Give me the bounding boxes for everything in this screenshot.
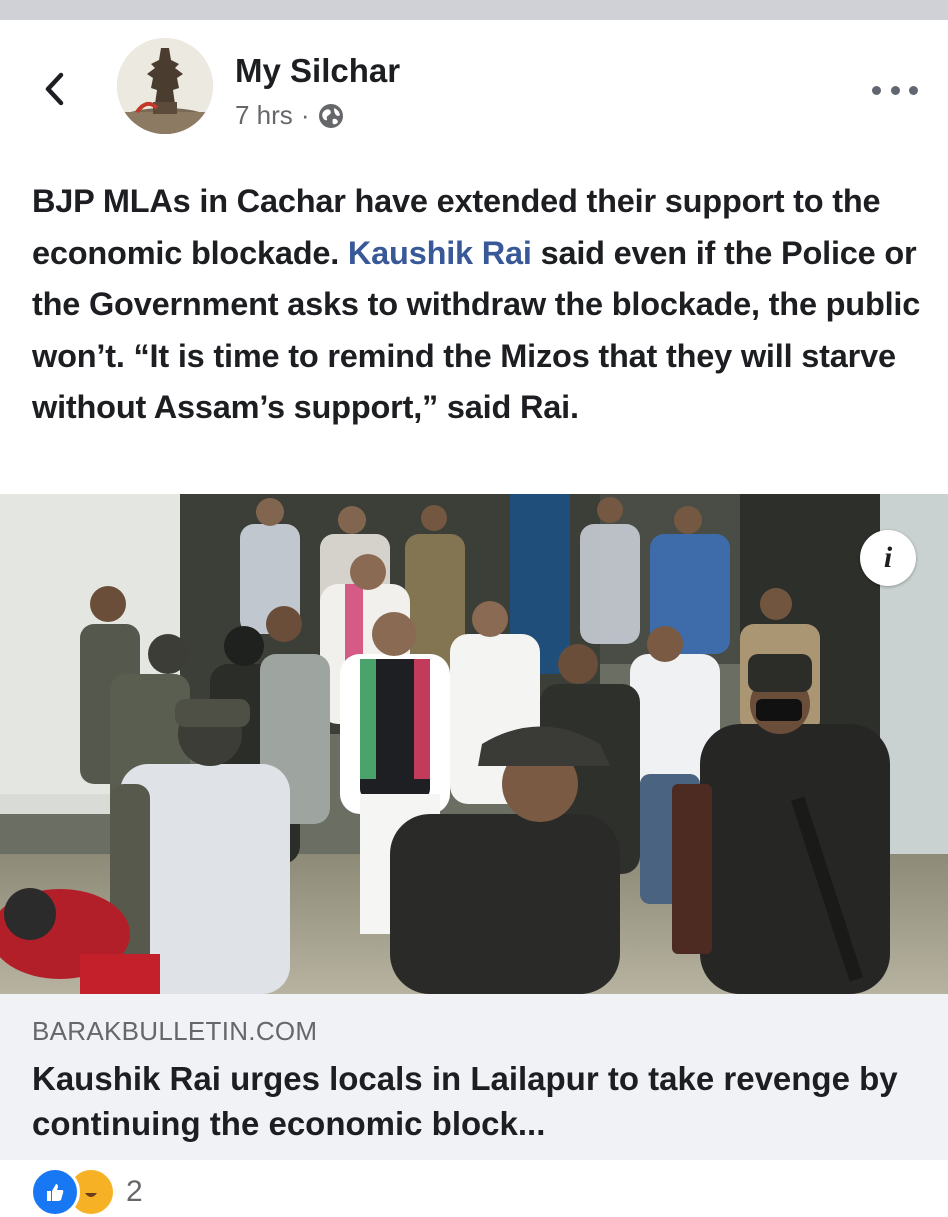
more-options-button[interactable] [872,80,918,100]
photo-info-button[interactable]: i [860,530,916,586]
page-name[interactable]: My Silchar [235,52,400,90]
post-photo[interactable] [0,494,948,994]
post-time[interactable]: 7 hrs [235,100,293,131]
link-title: Kaushik Rai urges locals in Lailapur to … [32,1060,898,1142]
link-domain: BARAKBULLETIN.COM [32,1016,318,1046]
page-avatar[interactable] [117,38,213,134]
back-button[interactable] [34,64,74,114]
mention-link[interactable]: Kaushik Rai [348,235,532,271]
statue-avatar-image [117,38,213,134]
post-header: My Silchar 7 hrs · [0,20,948,160]
crowd-photo [0,494,948,994]
meta-separator: · [300,100,310,130]
reactions-summary[interactable]: 2 [30,1167,143,1217]
status-strip [0,0,948,20]
reaction-count: 2 [126,1175,143,1208]
info-icon: i [883,541,893,574]
link-preview[interactable]: BARAKBULLETIN.COM Kaushik Rai urges loca… [0,994,948,1160]
like-icon [30,1167,80,1217]
post-text: BJP MLAs in Cachar have extended their s… [32,176,922,434]
more-dots-icon [872,85,881,95]
chevron-left-icon [45,72,64,106]
post-meta: 7 hrs · [235,100,345,131]
globe-icon [319,103,344,128]
